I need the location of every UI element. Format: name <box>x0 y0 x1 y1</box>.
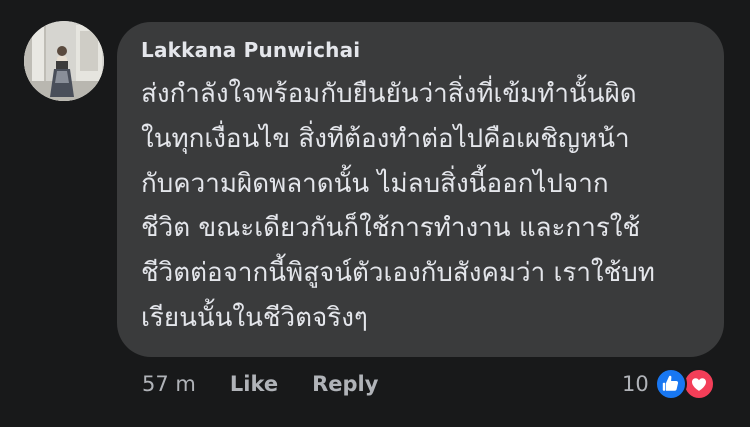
avatar[interactable] <box>24 21 104 101</box>
reaction-summary[interactable]: 10 <box>622 366 721 402</box>
reply-button[interactable]: Reply <box>312 372 378 396</box>
comment-line: ชีวิต ขณะเดียวกันก็ใช้การทำงาน และการใช้ <box>141 213 641 244</box>
comment-line: ชีวิตต่อจากนี้พิสูจน์ตัวเองกับสังคมว่า เ… <box>141 258 655 289</box>
reaction-count: 10 <box>622 372 649 396</box>
comment-line: เรียนนั้นในชีวิตจริงๆ <box>141 302 368 333</box>
like-button[interactable]: Like <box>230 372 278 396</box>
comment-line: ส่งกำลังใจพร้อมกับยืนยันว่าสิ่งที่เข้มทำ… <box>141 79 637 109</box>
comment-author[interactable]: Lakkana Punwichai <box>141 36 700 64</box>
comment-line: กับความผิดพลาดนั้น ไม่ลบสิ่งนี้ออกไปจาก <box>141 168 609 199</box>
comment-actions: 57 m Like Reply <box>142 366 378 402</box>
comment-thread: Lakkana Punwichai ส่งกำลังใจพร้อมกับยืนย… <box>0 0 750 427</box>
comment-bubble: Lakkana Punwichai ส่งกำลังใจพร้อมกับยืนย… <box>117 22 724 357</box>
like-icon <box>654 368 687 400</box>
comment-text: ส่งกำลังใจพร้อมกับยืนยันว่าสิ่งที่เข้มทำ… <box>141 72 700 341</box>
comment-timestamp[interactable]: 57 m <box>142 372 196 396</box>
avatar-photo <box>24 21 104 101</box>
comment-line: ในทุกเงื่อนไข สิ่งทีต้องทำต่อไปคือเผชิญห… <box>141 123 630 154</box>
reaction-icons <box>654 366 721 402</box>
love-icon <box>682 368 715 400</box>
